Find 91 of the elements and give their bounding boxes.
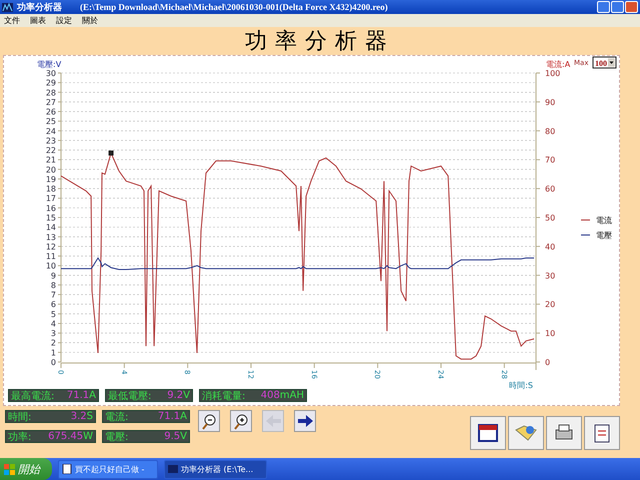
tick-label: 28 [46,88,56,98]
forward-button[interactable] [294,410,316,432]
zoom-in-button[interactable] [230,410,252,432]
tick-label: 4 [50,319,56,328]
tick-label: 5 [50,310,56,319]
tick-label: 10 [545,329,556,338]
zoom-in-icon [232,412,250,430]
taskbar-button[interactable]: 買不起只好自己做 - [58,460,158,478]
zoom-out-icon [200,412,218,430]
file-path: (E:\Temp Download\Michael\Michael\20061030-001(Delta Force X432)4200.reo) [80,2,389,12]
point-marker [108,150,114,156]
window-title: 功率分析器 [17,1,62,14]
tick-label: 2 [50,338,56,348]
stat-label: 功率: [8,430,32,444]
tick-label: 70 [545,156,556,165]
taskbar-button[interactable]: 功率分析器 (E:\Te... [164,460,267,478]
stat-value: 71.1A [66,390,96,401]
tick-label: 16 [46,204,56,213]
axis-title: 時間:S [509,381,533,389]
dropdown-value: 100 [595,59,607,68]
tick-label: 23 [46,136,56,146]
stat-label: 最低電壓: [108,390,152,402]
left-arrow-icon [264,412,282,430]
maximize-button[interactable] [611,1,624,13]
tick-label: 18 [46,184,56,194]
tick-label: 19 [46,174,56,184]
tick-label: 15 [46,214,56,222]
axis-title: 電壓:V [37,60,62,69]
menu-item[interactable]: 設定 [56,15,72,26]
tick-label: 50 [545,214,556,222]
tick-label: 17 [46,194,56,204]
stat-label: 電壓: [105,430,128,444]
tick-label: 20 [545,300,556,310]
tick-label: 27 [46,98,56,107]
tick-label: 30 [545,271,556,280]
tick-label: 10 [46,262,56,271]
chart-icon [476,422,500,444]
close-button[interactable] [625,1,638,13]
axis-title: 電流:A [546,60,570,69]
tick-label: 3 [50,329,56,338]
zoom-out-button[interactable] [198,410,220,432]
tick-label: 8 [50,280,56,290]
tick-label: 100 [545,69,560,78]
tick-label: 80 [545,126,556,136]
tick-label: 26 [46,108,56,117]
tick-label: 0 [545,358,550,367]
tick-label: 7 [50,290,56,300]
stat-label: 電流: [105,410,128,424]
stat-label: 消耗電量: [202,390,246,402]
stat-value: 408mAH [260,390,304,401]
app-icon [2,2,13,12]
tick-label: 1 [50,348,56,358]
tick-label: 9 [50,271,56,280]
tick-label: 11 [46,252,56,262]
menu-item[interactable]: 文件 [4,15,20,26]
tick-label: 21 [46,156,56,165]
tick-label: 0 [50,358,56,367]
tick-label: 24 [46,126,56,136]
toolbar-button[interactable] [470,416,506,450]
legend-label: 電壓 [596,231,612,240]
stat-value: 71.1A [158,411,187,422]
toolbar-button[interactable] [546,416,582,450]
tick-label: 6 [50,300,56,310]
right-arrow-icon [296,412,314,430]
minimize-button[interactable] [597,1,610,13]
document-icon [62,464,72,474]
tick-label: 40 [545,242,556,252]
tick-label: 90 [545,98,556,107]
tick-label: 20 [46,165,56,174]
app-icon [168,464,178,474]
tick-label: 22 [46,146,56,156]
stat-value: 9.2V [167,390,190,401]
windows-logo-icon [4,464,15,474]
menu-item[interactable]: 圖表 [30,15,46,26]
stat-label: 時間: [8,410,32,424]
tick-label: 25 [46,117,56,126]
legend-label: 電流 [596,216,612,225]
stat-value: 675.45W [48,431,93,442]
app-heading: 功率分析器 [244,28,396,55]
stat-value: 9.5V [164,431,187,442]
tick-label: 29 [46,78,56,88]
start-button[interactable]: 開始 [0,458,52,480]
menu-item[interactable]: 關於 [82,15,98,26]
tick-label: 30 [46,69,56,78]
toolbar-button[interactable] [584,416,620,450]
stat-label: 最高電流: [11,390,54,402]
tick-label: 60 [545,184,556,194]
tick-label: 14 [46,223,56,232]
tick-label: 12 [46,242,56,252]
stat-value: 3.2S [70,411,93,422]
tick-label: 13 [46,232,56,242]
